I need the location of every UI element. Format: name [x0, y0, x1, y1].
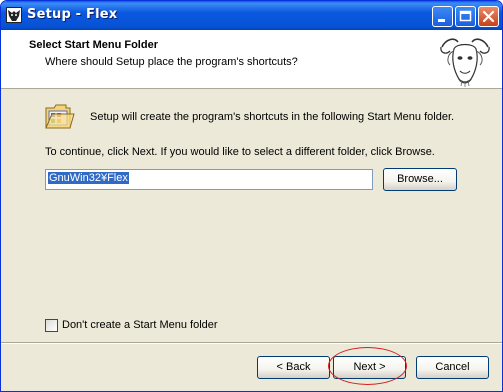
- page-title: Select Start Menu Folder: [29, 39, 158, 51]
- next-button[interactable]: Next >: [333, 356, 406, 379]
- footer-separator: [1, 342, 502, 344]
- back-button-label: < Back: [276, 361, 311, 373]
- continue-instructions: To continue, click Next. If you would li…: [45, 146, 435, 158]
- browse-button[interactable]: Browse...: [383, 168, 457, 191]
- title-bar[interactable]: Setup - Flex: [1, 1, 502, 30]
- dont-create-folder-checkbox[interactable]: [45, 319, 58, 332]
- start-menu-folder-input[interactable]: GnuWin32¥Flex: [45, 169, 373, 190]
- browse-button-label: Browse...: [397, 173, 443, 185]
- maximize-button[interactable]: [455, 6, 476, 27]
- folder-input-value: GnuWin32¥Flex: [48, 172, 129, 184]
- cancel-button-label: Cancel: [435, 361, 470, 373]
- back-button[interactable]: < Back: [257, 356, 330, 379]
- window-title: Setup - Flex: [27, 7, 118, 22]
- setup-window: Setup - Flex Select Start Menu Folder Wh…: [0, 0, 503, 392]
- info-text: Setup will create the program's shortcut…: [90, 111, 455, 123]
- minimize-button[interactable]: [432, 6, 453, 27]
- start-menu-folder-icon: [44, 100, 76, 132]
- wizard-header: Select Start Menu Folder Where should Se…: [1, 30, 502, 89]
- dont-create-folder-label[interactable]: Don't create a Start Menu folder: [62, 319, 218, 331]
- app-icon[interactable]: [6, 7, 22, 23]
- gnu-logo-icon: [438, 33, 492, 87]
- page-subtitle: Where should Setup place the program's s…: [45, 56, 298, 68]
- cancel-button[interactable]: Cancel: [416, 356, 489, 379]
- next-button-label: Next >: [353, 361, 386, 373]
- close-button[interactable]: [478, 6, 499, 27]
